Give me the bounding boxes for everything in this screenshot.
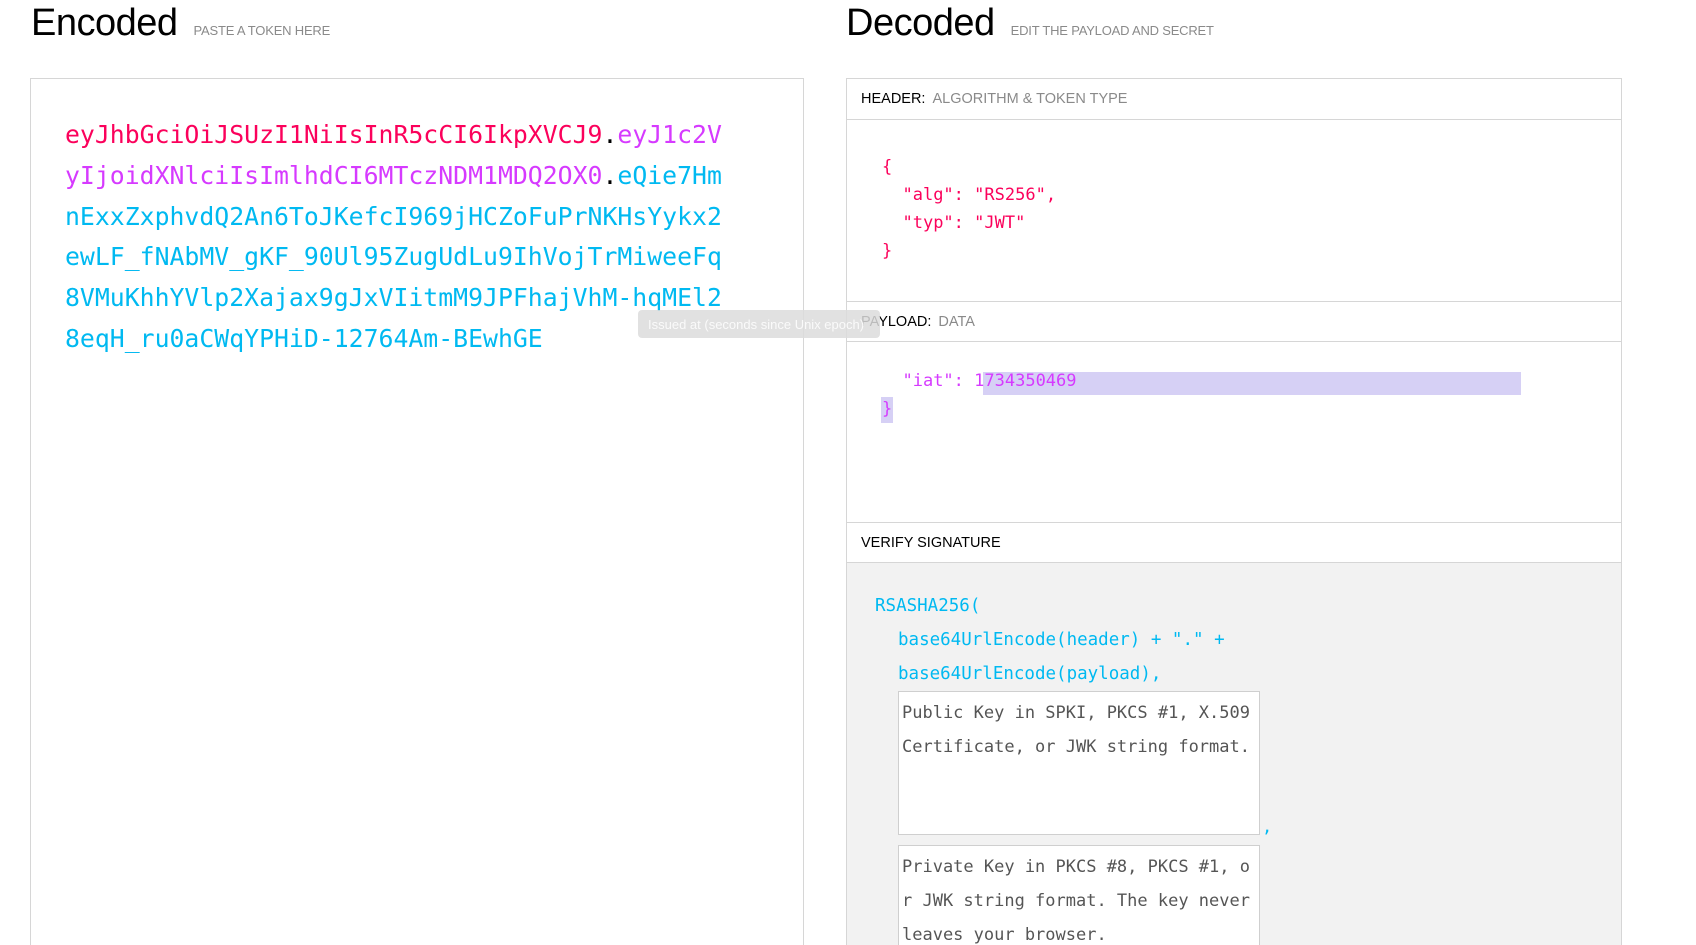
verify-comma: , — [1262, 817, 1273, 837]
verify-header-line: base64UrlEncode(header) + "." + — [898, 630, 1225, 650]
iat-tooltip: Issued at (seconds since Unix epoch) — [638, 310, 880, 338]
verify-payload-line: base64UrlEncode(payload), — [898, 664, 1162, 684]
token-dot-1: . — [602, 120, 618, 149]
private-key-input[interactable]: Private Key in PKCS #8, PKCS #1, or JWK … — [898, 845, 1260, 945]
payload-sublabel: DATA — [938, 313, 975, 330]
header-close-brace: } — [882, 241, 893, 261]
header-typ-value: "JWT" — [974, 213, 1026, 233]
encoded-token-editor[interactable]: eyJhbGciOiJSUzI1NiIsInR5cCI6IkpXVCJ9.eyJ… — [30, 78, 804, 945]
encoded-token-text[interactable]: eyJhbGciOiJSUzI1NiIsInR5cCI6IkpXVCJ9.eyJ… — [65, 115, 725, 360]
jwt-debugger-page: Encoded PASTE A TOKEN HERE Decoded EDIT … — [0, 0, 1696, 945]
decoded-subtitle: EDIT THE PAYLOAD AND SECRET — [1010, 23, 1214, 38]
decoded-title: Decoded — [846, 2, 995, 44]
header-label: HEADER: — [861, 91, 926, 107]
payload-json-editor[interactable]: "iat": 1734350469 } — [882, 367, 1077, 423]
payload-iat-value[interactable]: 1734350469 — [974, 371, 1076, 391]
payload-close-brace: } — [882, 399, 893, 419]
header-section-bar: HEADER: ALGORITHM & TOKEN TYPE — [847, 79, 1621, 120]
payload-section-bar: PAYLOAD: DATA — [847, 301, 1621, 342]
header-typ-key: "typ" — [902, 213, 954, 233]
encoded-subtitle: PASTE A TOKEN HERE — [193, 23, 331, 38]
verify-signature-area: RSASHA256( base64UrlEncode(header) + "."… — [847, 563, 1621, 945]
decoded-panel: HEADER: ALGORITHM & TOKEN TYPE { "alg": … — [846, 78, 1622, 945]
decoded-heading: Decoded EDIT THE PAYLOAD AND SECRET — [846, 2, 1214, 45]
encoded-heading: Encoded PASTE A TOKEN HERE — [31, 2, 330, 45]
verify-section-bar: VERIFY SIGNATURE — [847, 522, 1621, 563]
token-header-part: eyJhbGciOiJSUzI1NiIsInR5cCI6IkpXVCJ9 — [65, 120, 603, 149]
header-alg-key: "alg" — [902, 185, 954, 205]
token-dot-2: . — [602, 160, 618, 190]
header-alg-value: "RS256" — [974, 185, 1046, 205]
header-open-brace: { — [882, 157, 893, 177]
verify-function-name: RSASHA256( — [875, 596, 981, 616]
verify-label: VERIFY SIGNATURE — [861, 534, 1001, 551]
header-json-editor[interactable]: { "alg": "RS256", "typ": "JWT" } — [882, 153, 1056, 265]
header-sublabel: ALGORITHM & TOKEN TYPE — [932, 91, 1128, 107]
public-key-input[interactable]: Public Key in SPKI, PKCS #1, X.509 Certi… — [898, 691, 1260, 835]
encoded-title: Encoded — [31, 2, 178, 44]
payload-iat-key: "iat" — [902, 371, 954, 391]
